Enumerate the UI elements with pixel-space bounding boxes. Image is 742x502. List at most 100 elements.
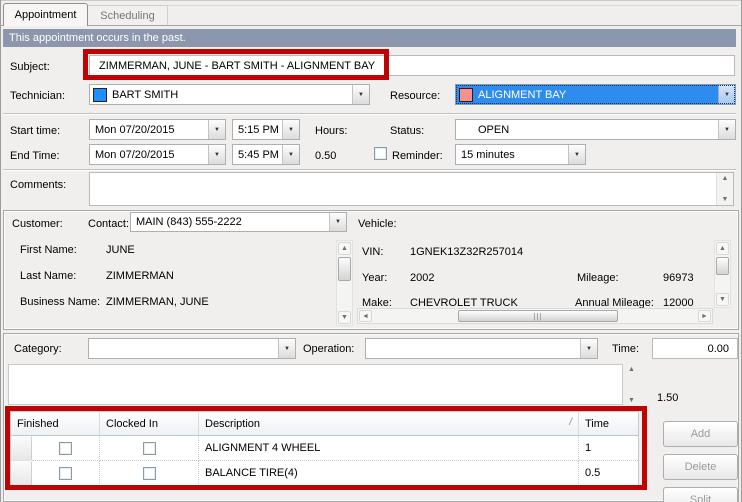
tab-scheduling[interactable]: Scheduling: [88, 5, 168, 25]
contact-label: Contact:: [88, 218, 129, 230]
add-button-label: Add: [690, 428, 711, 440]
reminder-checkbox[interactable]: [374, 147, 387, 160]
tab-divider: [0, 25, 742, 26]
scrollbar-thumb[interactable]: [716, 257, 729, 275]
dropdown-arrow-icon[interactable]: ▼: [718, 85, 735, 104]
column-header-label: Time: [585, 417, 610, 430]
end-date-combo[interactable]: Mon 07/20/2015 ▼: [89, 144, 226, 165]
operation-notes-input[interactable]: [8, 364, 623, 405]
scrollbar-thumb[interactable]: |||: [458, 310, 618, 322]
technician-color-swatch: [93, 87, 107, 102]
comments-scrollbar[interactable]: ▲ ▼: [716, 173, 733, 205]
start-clock-combo[interactable]: 5:15 PM ▼: [232, 119, 300, 140]
past-appointment-banner: This appointment occurs in the past.: [3, 29, 736, 47]
column-header-description[interactable]: Description /: [199, 412, 579, 435]
reminder-label: Reminder:: [392, 150, 443, 162]
tab-appointment-label: Appointment: [14, 9, 77, 21]
dropdown-arrow-icon[interactable]: ▼: [208, 145, 225, 164]
scroll-up-icon[interactable]: ▲: [716, 242, 729, 255]
dropdown-arrow-icon[interactable]: ▼: [278, 339, 295, 358]
vin-value: 1GNEK13Z32R257014: [410, 246, 524, 258]
scroll-up-icon[interactable]: ▲: [628, 366, 635, 373]
description-value: ALIGNMENT 4 WHEEL: [205, 442, 321, 454]
appointment-window: Appointment Scheduling This appointment …: [0, 0, 742, 502]
divider: [3, 113, 736, 115]
sort-ascending-icon: /: [569, 417, 572, 428]
resource-label: Resource:: [390, 90, 441, 102]
vehicle-h-scrollbar[interactable]: ◄ ||| ►: [357, 308, 713, 324]
start-date-value: Mon 07/20/2015: [95, 123, 175, 136]
reminder-value: 15 minutes: [461, 148, 515, 161]
scroll-down-icon[interactable]: ▼: [628, 397, 635, 404]
first-name-label: First Name:: [20, 244, 77, 256]
comments-label: Comments:: [10, 179, 67, 191]
comments-value: [90, 173, 716, 205]
dropdown-arrow-icon[interactable]: ▼: [580, 339, 597, 358]
dropdown-arrow-icon[interactable]: ▼: [352, 85, 369, 104]
technician-combo[interactable]: BART SMITH ▼: [89, 84, 370, 105]
banner-text: This appointment occurs in the past.: [9, 32, 186, 44]
delete-button[interactable]: Delete: [663, 454, 738, 480]
add-button[interactable]: Add: [663, 421, 738, 447]
business-name-label: Business Name:: [20, 296, 101, 308]
category-combo[interactable]: ▼: [88, 338, 296, 359]
column-header-time[interactable]: Time: [579, 412, 638, 435]
start-date-combo[interactable]: Mon 07/20/2015 ▼: [89, 119, 226, 140]
scroll-down-icon[interactable]: ▼: [716, 293, 729, 306]
customer-section-label: Customer:: [12, 218, 63, 230]
column-header-clocked-in[interactable]: Clocked In: [100, 412, 199, 435]
status-value: OPEN: [478, 123, 510, 136]
finished-cell: [32, 436, 100, 461]
resource-combo[interactable]: ALIGNMENT BAY ▼: [455, 84, 736, 105]
dropdown-arrow-icon[interactable]: ▼: [718, 120, 735, 139]
dropdown-arrow-icon[interactable]: ▼: [208, 120, 225, 139]
scroll-right-icon[interactable]: ►: [698, 310, 711, 322]
comments-input[interactable]: ▲ ▼: [89, 172, 734, 206]
table-row[interactable]: ALIGNMENT 4 WHEEL 1: [11, 436, 638, 461]
scroll-left-icon[interactable]: ◄: [359, 310, 372, 322]
operation-combo[interactable]: ▼: [365, 338, 598, 359]
clocked-in-checkbox[interactable]: [142, 466, 156, 480]
scroll-up-icon[interactable]: ▲: [722, 175, 729, 182]
notes-scrollbar[interactable]: ▲ ▼: [623, 366, 640, 404]
subject-input[interactable]: ZIMMERMAN, JUNE - BART SMITH - ALIGNMENT…: [89, 55, 735, 76]
column-header-finished[interactable]: Finished: [11, 412, 100, 435]
divider: [3, 169, 736, 171]
clocked-in-checkbox[interactable]: [142, 441, 156, 455]
column-header-label: Clocked In: [106, 417, 158, 430]
reminder-combo[interactable]: 15 minutes ▼: [455, 144, 586, 165]
scroll-down-icon[interactable]: ▼: [722, 196, 729, 203]
dropdown-arrow-icon[interactable]: ▼: [568, 145, 585, 164]
year-value: 2002: [410, 272, 435, 284]
scroll-up-icon[interactable]: ▲: [338, 242, 351, 255]
first-name-value: JUNE: [106, 244, 135, 256]
time-input[interactable]: 0.00: [652, 338, 738, 359]
column-header-label: Description: [205, 417, 261, 430]
time-value: 0.5: [585, 467, 601, 479]
scrollbar-thumb[interactable]: [338, 257, 351, 281]
end-time-label: End Time:: [10, 150, 60, 162]
vehicle-scrollbar[interactable]: ▲ ▼: [714, 240, 731, 308]
operations-grid: Finished Clocked In Description / Time A: [10, 411, 639, 486]
customer-scrollbar[interactable]: ▲ ▼: [336, 240, 353, 326]
row-indicator[interactable]: [11, 461, 32, 486]
split-button[interactable]: Split: [663, 487, 738, 502]
contact-combo[interactable]: MAIN (843) 555-2222 ▼: [130, 212, 347, 232]
finished-checkbox[interactable]: [59, 466, 72, 480]
end-clock-combo[interactable]: 5:45 PM ▼: [232, 144, 300, 165]
row-indicator[interactable]: [11, 436, 32, 461]
table-row[interactable]: BALANCE TIRE(4) 0.5: [11, 461, 638, 486]
finished-checkbox[interactable]: [59, 441, 72, 455]
status-combo[interactable]: OPEN ▼: [455, 119, 736, 140]
mileage-label: Mileage:: [577, 272, 619, 284]
dropdown-arrow-icon[interactable]: ▼: [329, 213, 346, 231]
time-value: 1: [585, 442, 592, 454]
tab-appointment[interactable]: Appointment: [3, 3, 88, 26]
dropdown-arrow-icon[interactable]: ▼: [282, 145, 299, 164]
resource-color-swatch: [459, 87, 473, 102]
last-name-value: ZIMMERMAN: [106, 270, 174, 282]
hours-value: 0.50: [315, 150, 337, 162]
scroll-down-icon[interactable]: ▼: [338, 311, 351, 324]
contact-value: MAIN (843) 555-2222: [136, 216, 242, 228]
dropdown-arrow-icon[interactable]: ▼: [282, 120, 299, 139]
